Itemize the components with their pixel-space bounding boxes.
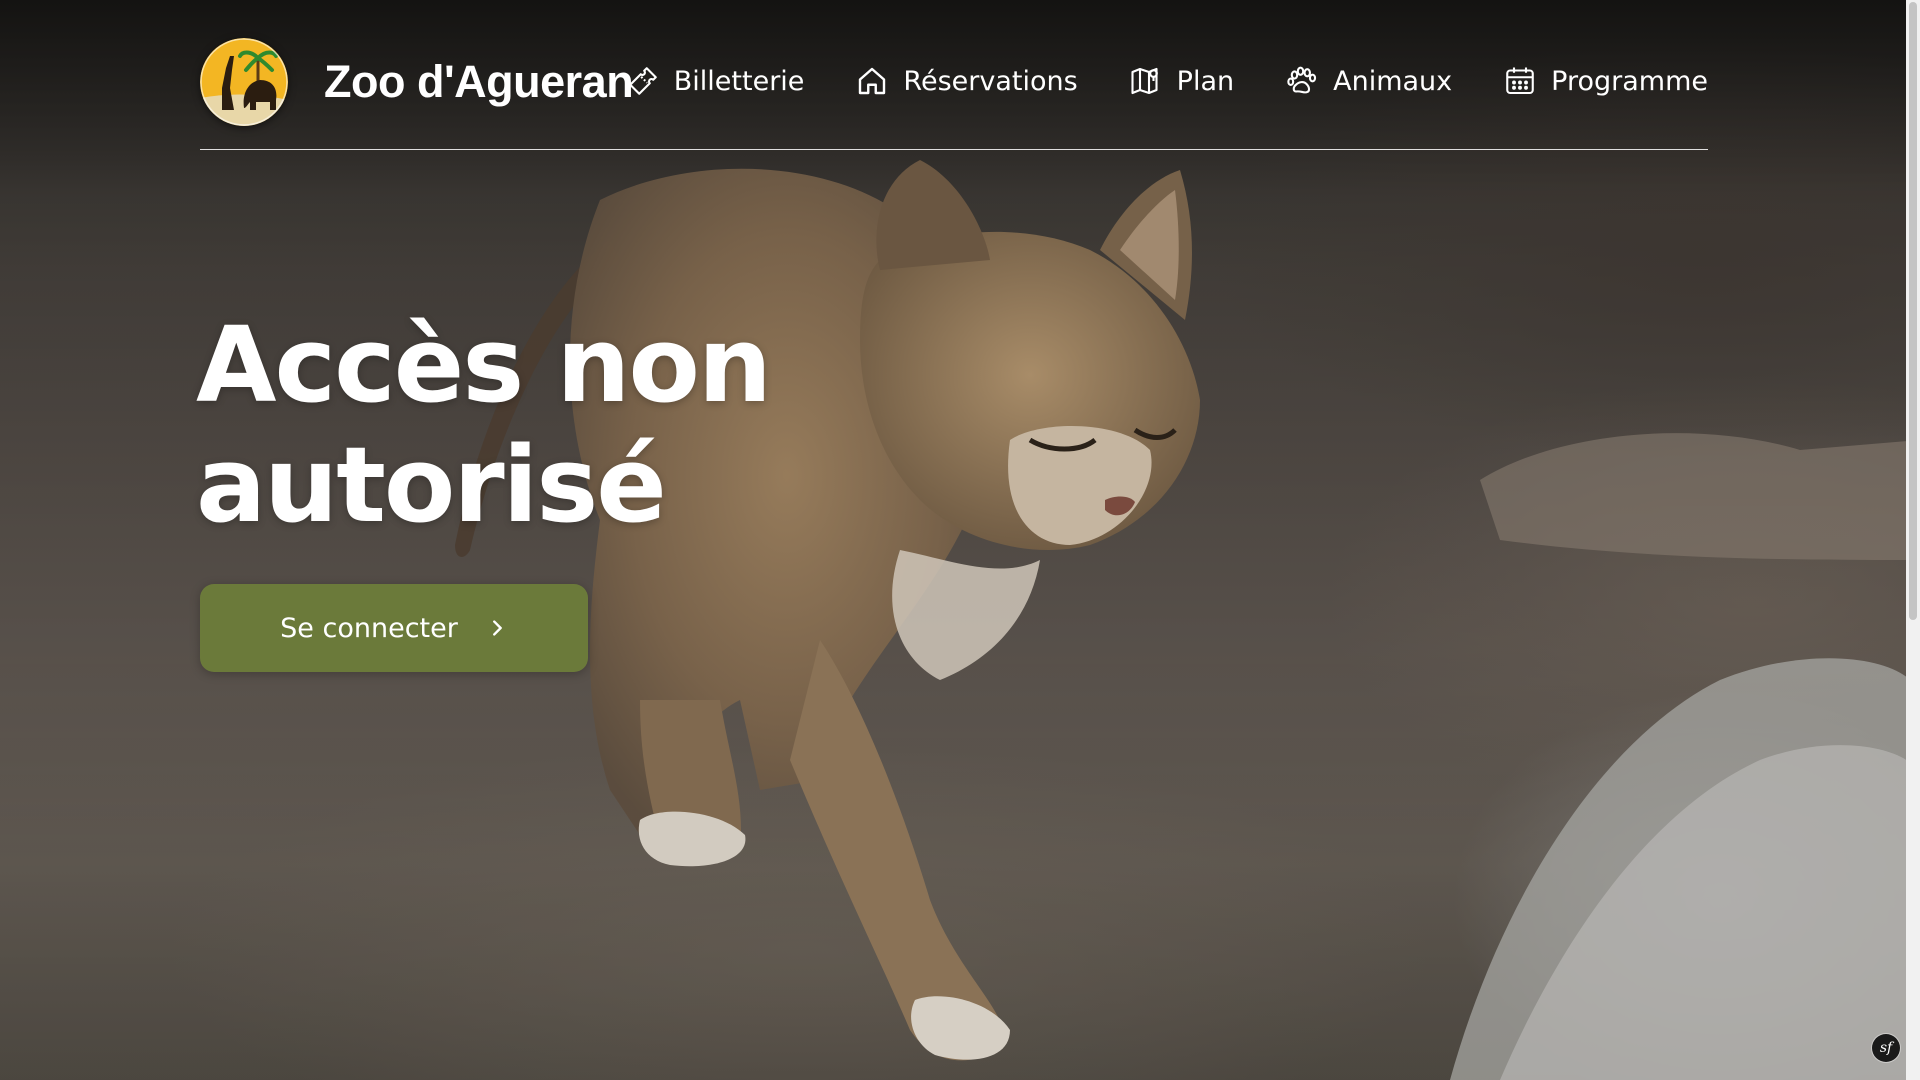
page-title: Accès non autorisé (196, 305, 896, 545)
nav-item-billetterie[interactable]: Billetterie (625, 63, 805, 99)
nav-item-plan[interactable]: Plan (1128, 63, 1234, 99)
vertical-scrollbar[interactable] (1906, 0, 1920, 1080)
nav-label-programme: Programme (1551, 65, 1708, 97)
site-header: Zoo d'Agueran Billetterie Réservations P… (200, 30, 1708, 150)
nav-item-reservations[interactable]: Réservations (854, 63, 1078, 99)
ticket-icon (625, 63, 661, 99)
nav-label-plan: Plan (1176, 65, 1235, 97)
login-button[interactable]: Se connecter (200, 584, 588, 672)
calendar-icon (1502, 63, 1538, 99)
site-title[interactable]: Zoo d'Agueran (324, 56, 634, 108)
nav-item-programme[interactable]: Programme (1502, 63, 1708, 99)
home-icon (854, 63, 890, 99)
login-button-label: Se connecter (280, 612, 458, 644)
nav-item-animaux[interactable]: Animaux (1284, 63, 1452, 99)
debug-toolbar-icon[interactable]: sf (1872, 1034, 1900, 1062)
nav-label-reservations: Réservations (903, 65, 1078, 97)
page-title-line2: autorisé (196, 424, 667, 546)
nav-label-billetterie: Billetterie (673, 65, 805, 97)
debug-badge-label: sf (1879, 1040, 1893, 1056)
zoo-logo-icon[interactable] (200, 38, 288, 126)
paw-icon (1284, 63, 1320, 99)
map-icon (1128, 63, 1164, 99)
page-title-line1: Accès non (196, 304, 772, 426)
main-nav: Billetterie Réservations Plan Animaux Pr… (625, 58, 1708, 104)
scrollbar-thumb[interactable] (1909, 2, 1917, 620)
chevron-right-icon (486, 617, 508, 639)
page: Zoo d'Agueran Billetterie Réservations P… (0, 0, 1920, 1080)
nav-label-animaux: Animaux (1333, 65, 1453, 97)
brand[interactable]: Zoo d'Agueran (200, 38, 634, 126)
